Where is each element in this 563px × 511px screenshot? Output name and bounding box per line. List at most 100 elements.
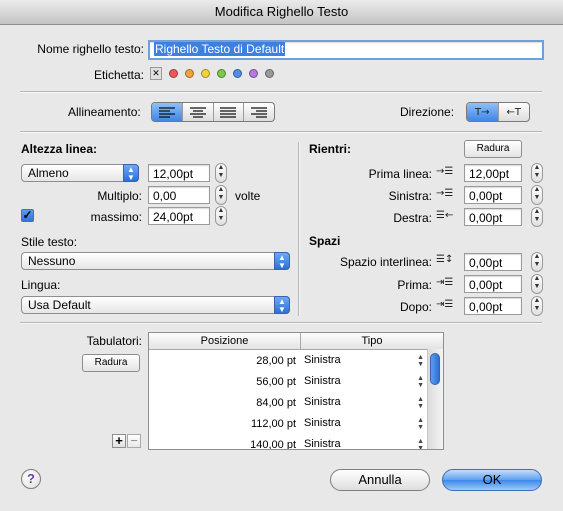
direction-label: Direzione: — [400, 105, 455, 119]
direction-ltr-icon: T→ — [475, 106, 490, 118]
left-indent-stepper[interactable]: ▲ ▼ — [531, 185, 543, 205]
table-row[interactable]: 28,00 pt Sinistra ▲ ▼ — [149, 350, 443, 371]
tab-type-value: Sinistra — [304, 437, 341, 450]
tabs-reset-button[interactable]: Radura — [82, 354, 140, 372]
align-justify-icon — [220, 107, 237, 118]
first-line-field[interactable]: 12,00pt — [464, 164, 522, 182]
multiple-stepper[interactable]: ▲ ▼ — [215, 185, 227, 205]
tab-position-cell[interactable]: 84,00 pt — [149, 397, 296, 409]
tag-color-5[interactable] — [249, 69, 258, 78]
space-before-icon: ⇥☰ — [436, 277, 454, 288]
scrollbar-thumb[interactable] — [430, 353, 440, 385]
tab-type-popup[interactable]: Sinistra ▲ ▼ — [304, 417, 426, 431]
space-after-field[interactable]: 0,00pt — [464, 297, 522, 315]
direction-ltr-button[interactable]: T→ — [467, 103, 499, 121]
tab-type-value: Sinistra — [304, 416, 341, 429]
space-before-stepper[interactable]: ▲ ▼ — [531, 274, 543, 294]
line-spacing-stepper[interactable]: ▲ ▼ — [531, 252, 543, 272]
tab-type-value: Sinistra — [304, 374, 341, 387]
tab-type-popup[interactable]: Sinistra ▲ ▼ — [304, 354, 426, 368]
max-stepper[interactable]: ▲ ▼ — [215, 206, 227, 226]
tag-color-0[interactable] — [169, 69, 178, 78]
left-indent-field[interactable]: 0,00pt — [464, 186, 522, 204]
space-before-field[interactable]: 0,00pt — [464, 275, 522, 293]
separator-3 — [20, 322, 542, 324]
tab-position-cell[interactable]: 112,00 pt — [149, 418, 296, 430]
tabs-table-body: 28,00 pt Sinistra ▲ ▼ 56,00 pt Sinistra ▲ ▼ 84,0… — [149, 350, 443, 450]
language-label: Lingua: — [21, 278, 61, 292]
text-style-value: Nessuno — [28, 254, 76, 268]
right-indent-value: 0,00pt — [469, 211, 503, 225]
name-label: Nome righello testo: — [37, 42, 144, 56]
line-height-mode-popup[interactable]: Almeno ▲ ▼ — [21, 164, 139, 182]
right-indent-field[interactable]: 0,00pt — [464, 208, 522, 226]
max-checkbox[interactable]: ✓ — [21, 209, 34, 222]
left-indent-icon: →☰ — [436, 188, 454, 199]
alignment-segmented-control[interactable] — [151, 102, 275, 122]
tab-type-value: Sinistra — [304, 395, 341, 408]
tab-position-cell[interactable]: 28,00 pt — [149, 355, 296, 367]
multiple-label: Multiplo: — [97, 189, 142, 203]
table-row[interactable]: 84,00 pt Sinistra ▲ ▼ — [149, 392, 443, 413]
text-style-popup[interactable]: Nessuno ▲ ▼ — [21, 252, 290, 270]
tag-color-2[interactable] — [201, 69, 210, 78]
tab-type-popup[interactable]: Sinistra ▲ ▼ — [304, 437, 426, 450]
tag-color-4[interactable] — [233, 69, 242, 78]
line-height-stepper[interactable]: ▲ ▼ — [215, 163, 227, 183]
tab-position-cell[interactable]: 56,00 pt — [149, 376, 296, 388]
space-after-label: Dopo: — [399, 300, 432, 314]
line-spacing-field[interactable]: 0,00pt — [464, 253, 522, 271]
line-height-field[interactable]: 12,00pt — [148, 164, 210, 182]
tab-type-popup[interactable]: Sinistra ▲ ▼ — [304, 396, 426, 410]
space-after-stepper[interactable]: ▲ ▼ — [531, 296, 543, 316]
table-row[interactable]: 140,00 pt Sinistra ▲ ▼ — [149, 434, 443, 450]
line-height-mode-value: Almeno — [28, 166, 69, 180]
first-line-stepper[interactable]: ▲ ▼ — [531, 163, 543, 183]
multiple-value: 0,00 — [153, 189, 177, 203]
tag-color-6[interactable] — [265, 69, 274, 78]
align-left-button[interactable] — [152, 103, 183, 121]
indents-reset-button[interactable]: Radura — [464, 140, 522, 158]
align-center-button[interactable] — [183, 103, 214, 121]
chevron-updown-icon: ▲ ▼ — [417, 395, 424, 410]
help-button[interactable]: ? — [21, 469, 41, 489]
tabs-scrollbar[interactable] — [427, 349, 443, 449]
tabs-table-header: Posizione Tipo — [149, 333, 443, 350]
space-after-value: 0,00pt — [469, 300, 503, 314]
chevron-updown-icon: ▲ ▼ — [417, 437, 424, 450]
tab-type-value: Sinistra — [304, 353, 341, 366]
table-row[interactable]: 56,00 pt Sinistra ▲ ▼ — [149, 371, 443, 392]
language-popup[interactable]: Usa Default ▲ ▼ — [21, 296, 290, 314]
add-tab-button[interactable]: + — [112, 434, 126, 448]
table-row[interactable]: 112,00 pt Sinistra ▲ ▼ — [149, 413, 443, 434]
tabs-table[interactable]: Posizione Tipo 28,00 pt Sinistra ▲ ▼ 56,00 p… — [148, 332, 444, 450]
tag-color-3[interactable] — [217, 69, 226, 78]
column-divider — [298, 142, 300, 316]
direction-rtl-icon: ←T — [506, 106, 522, 118]
cancel-button[interactable]: Annulla — [330, 469, 430, 491]
tag-color-list — [169, 69, 274, 78]
column-header-position[interactable]: Posizione — [149, 333, 301, 349]
ok-button[interactable]: OK — [442, 469, 542, 491]
first-line-label: Prima linea: — [368, 167, 432, 181]
space-before-value: 0,00pt — [469, 278, 503, 292]
indents-section-label: Rientri: — [309, 142, 351, 156]
alignment-label: Allineamento: — [68, 105, 141, 119]
line-spacing-label: Spazio interlinea: — [339, 255, 432, 269]
max-field[interactable]: 24,00pt — [148, 207, 210, 225]
tag-none-button[interactable]: ✕ — [150, 67, 162, 80]
align-right-button[interactable] — [244, 103, 274, 121]
align-justify-button[interactable] — [214, 103, 245, 121]
tag-color-1[interactable] — [185, 69, 194, 78]
ruler-name-field[interactable]: Righello Testo di Default — [148, 40, 544, 60]
tab-type-popup[interactable]: Sinistra ▲ ▼ — [304, 375, 426, 389]
tab-position-cell[interactable]: 140,00 pt — [149, 439, 296, 450]
right-indent-stepper[interactable]: ▲ ▼ — [531, 207, 543, 227]
multiple-field[interactable]: 0,00 — [148, 186, 210, 204]
remove-tab-button[interactable]: − — [127, 434, 141, 448]
direction-rtl-button[interactable]: ←T — [499, 103, 530, 121]
column-header-type[interactable]: Tipo — [301, 333, 443, 349]
direction-segmented-control[interactable]: T→ ←T — [466, 102, 530, 122]
chevron-updown-icon: ▲ ▼ — [123, 164, 139, 182]
left-indent-label: Sinistra: — [388, 189, 432, 203]
